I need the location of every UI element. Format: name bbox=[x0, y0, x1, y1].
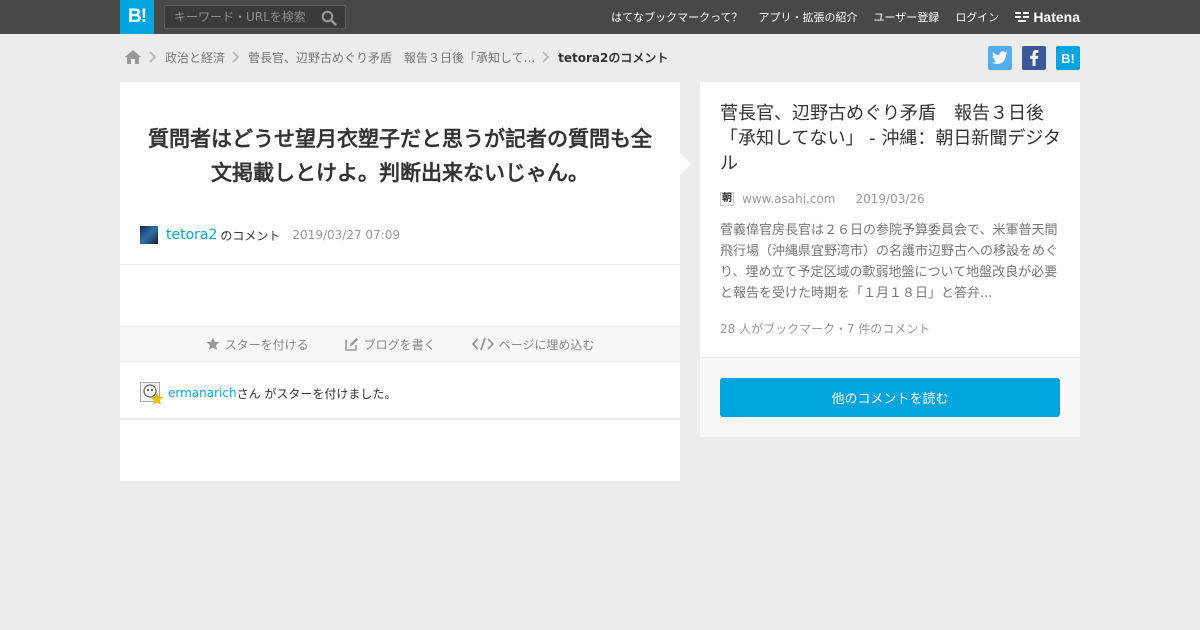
bookmark-count[interactable]: 28 人がブックマーク・7 件のコメント bbox=[720, 320, 930, 337]
write-blog-button[interactable]: ブログを書く bbox=[344, 336, 436, 353]
add-star-label: スターを付ける bbox=[224, 337, 309, 352]
comment-username[interactable]: tetora2 bbox=[166, 227, 217, 243]
read-other-comments-button[interactable]: 他のコメントを読む bbox=[720, 378, 1060, 417]
breadcrumb-current: tetora2のコメント bbox=[558, 50, 669, 65]
facebook-icon bbox=[1030, 50, 1039, 66]
facebook-share-button[interactable] bbox=[1022, 46, 1046, 70]
code-icon bbox=[471, 337, 494, 351]
embed-page-button[interactable]: ページに埋め込む bbox=[471, 336, 595, 353]
hatena-brand-label: Hatena bbox=[1033, 9, 1080, 25]
divider bbox=[120, 264, 680, 265]
star-icon bbox=[151, 393, 163, 405]
entry-date: 2019/03/26 bbox=[855, 192, 925, 206]
entry-footer: 他のコメントを読む bbox=[700, 357, 1080, 437]
entry-card: 菅長官、辺野古めぐり矛盾 報告３日後「承知してない」 - 沖縄：朝日新聞デジタル… bbox=[700, 82, 1080, 437]
twitter-icon bbox=[992, 51, 1008, 65]
nav-register[interactable]: ユーザー登録 bbox=[874, 9, 940, 25]
star-notice-text: さん がスターを付けました。 bbox=[236, 386, 397, 401]
home-icon[interactable] bbox=[124, 49, 142, 65]
comment-actions: スターを付ける ブログを書く ページに埋め込む bbox=[120, 326, 680, 362]
search-icon[interactable] bbox=[321, 10, 337, 26]
breadcrumb-entry[interactable]: 菅長官、辺野古めぐり矛盾 報告３日後「承知して... bbox=[248, 49, 535, 66]
breadcrumb: 政治と経済 菅長官、辺野古めぐり矛盾 報告３日後「承知して... tetora2… bbox=[124, 46, 668, 68]
nav-apps[interactable]: アプリ・拡張の紹介 bbox=[759, 9, 858, 25]
user-avatar[interactable] bbox=[140, 226, 158, 244]
entry-summary: 菅義偉官房長官は２６日の参院予算委員会で、米軍普天間飛行場（沖縄県宜野湾市）の名… bbox=[720, 223, 1059, 301]
hatena-brand[interactable]: Hatena bbox=[1015, 9, 1080, 25]
twitter-share-button[interactable] bbox=[988, 46, 1012, 70]
comment-author: tetora2 のコメント 2019/03/27 07:09 bbox=[140, 225, 400, 245]
add-star-button[interactable]: スターを付ける bbox=[206, 336, 309, 353]
breadcrumb-category[interactable]: 政治と経済 bbox=[165, 49, 225, 66]
star-user-avatar[interactable] bbox=[140, 382, 163, 405]
star-icon bbox=[206, 337, 220, 350]
write-blog-label: ブログを書く bbox=[363, 337, 436, 352]
entry-domain[interactable]: www.asahi.com bbox=[742, 192, 836, 206]
search-input[interactable] bbox=[165, 6, 315, 28]
star-username[interactable]: ermanarich bbox=[168, 386, 237, 400]
site-favicon: 朝 bbox=[720, 192, 734, 206]
top-nav: はてなブックマークって？ アプリ・拡張の紹介 ユーザー登録 ログイン Haten… bbox=[595, 0, 1080, 34]
edit-icon bbox=[344, 337, 358, 351]
search-box bbox=[164, 5, 346, 29]
comment-date[interactable]: 2019/03/27 07:09 bbox=[292, 228, 400, 242]
chevron-right-icon bbox=[542, 51, 550, 63]
divider bbox=[120, 418, 680, 420]
hatebu-share-button[interactable]: B! bbox=[1056, 46, 1080, 70]
chevron-right-icon bbox=[149, 51, 157, 63]
star-notice: ermanarich さん がスターを付けました。 bbox=[140, 382, 397, 405]
chevron-right-icon bbox=[232, 51, 240, 63]
hatebu-logo[interactable]: B! bbox=[120, 0, 154, 34]
share-buttons: B! bbox=[978, 46, 1080, 70]
comment-user-suffix: のコメント bbox=[220, 228, 281, 243]
embed-page-label: ページに埋め込む bbox=[498, 337, 595, 352]
entry-title[interactable]: 菅長官、辺野古めぐり矛盾 報告３日後「承知してない」 - 沖縄：朝日新聞デジタル bbox=[720, 101, 1065, 176]
entry-meta: 朝 www.asahi.com 2019/03/26 bbox=[720, 192, 925, 206]
nav-login[interactable]: ログイン bbox=[955, 9, 999, 25]
top-bar: B! はてなブックマークって？ アプリ・拡張の紹介 ユーザー登録 ログイン Ha… bbox=[0, 0, 1200, 34]
comment-body: 質問者はどうせ望月衣塑子だと思うが記者の質問も全文掲載しとけよ。判断出来ないじゃ… bbox=[148, 127, 652, 185]
card-pointer bbox=[680, 153, 691, 175]
nav-about[interactable]: はてなブックマークって？ bbox=[611, 9, 742, 25]
hatena-mark-icon bbox=[1015, 12, 1030, 22]
comment-card: 質問者はどうせ望月衣塑子だと思うが記者の質問も全文掲載しとけよ。判断出来ないじゃ… bbox=[120, 82, 680, 481]
